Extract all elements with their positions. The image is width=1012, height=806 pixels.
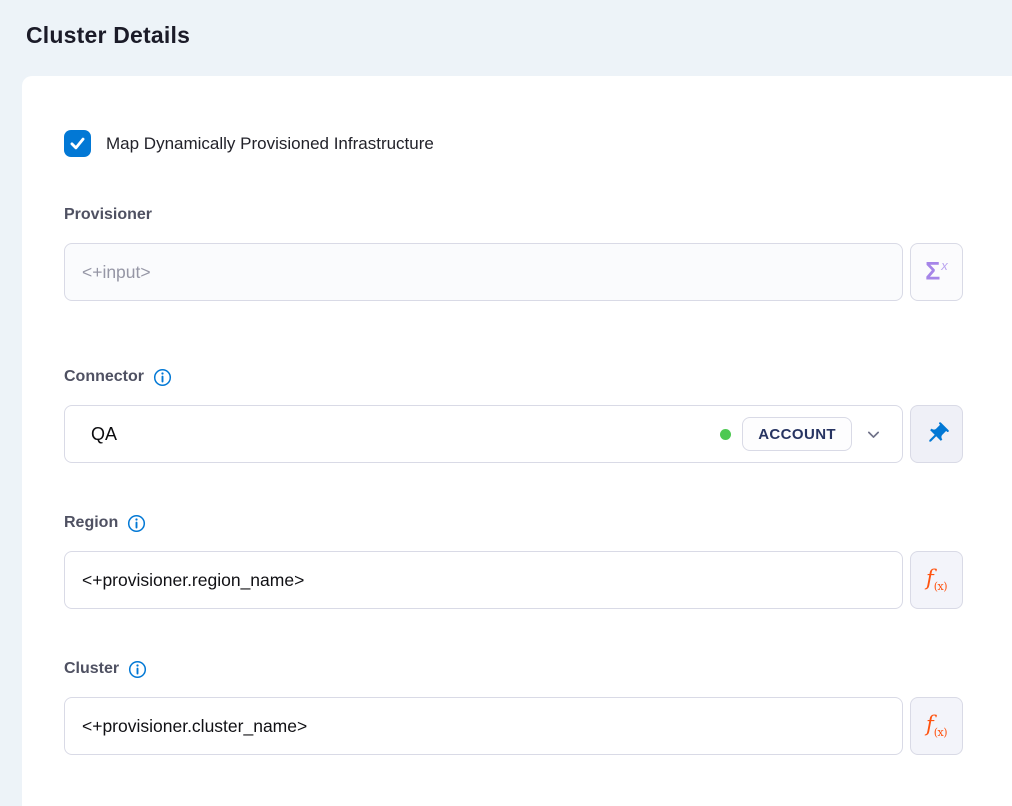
checkmark-icon — [68, 134, 87, 153]
cluster-label: Cluster — [64, 659, 119, 679]
info-icon[interactable] — [127, 514, 146, 533]
provisioner-label: Provisioner — [64, 205, 152, 225]
connector-status-dot — [720, 429, 731, 440]
connector-input[interactable]: QA ACCOUNT — [64, 405, 903, 463]
cluster-input[interactable]: <+provisioner.cluster_name> — [64, 697, 903, 755]
cluster-details-card: Map Dynamically Provisioned Infrastructu… — [22, 76, 1012, 806]
pin-connector-button[interactable] — [910, 405, 963, 463]
region-label: Region — [64, 513, 118, 533]
cluster-field: Cluster <+provisioner.cluster_name> f(x) — [64, 659, 963, 755]
region-expression-button[interactable]: f(x) — [910, 551, 963, 609]
region-field: Region <+provisioner.region_name> f(x) — [64, 513, 963, 609]
cluster-expression-button[interactable]: f(x) — [910, 697, 963, 755]
input-type-expression-button[interactable]: Σx — [910, 243, 963, 301]
region-input[interactable]: <+provisioner.region_name> — [64, 551, 903, 609]
info-icon[interactable] — [153, 368, 172, 387]
provisioner-field: Provisioner <+input> Σx — [64, 205, 963, 301]
connector-value: QA — [82, 424, 117, 445]
infra-checkbox[interactable] — [64, 130, 91, 157]
pushpin-icon — [924, 421, 950, 447]
connector-label: Connector — [64, 367, 144, 387]
fx-icon: f(x) — [926, 568, 947, 592]
fx-icon: f(x) — [926, 714, 947, 738]
page-title: Cluster Details — [26, 22, 190, 49]
info-icon[interactable] — [128, 660, 147, 679]
connector-scope-badge: ACCOUNT — [742, 417, 852, 451]
connector-field: Connector QA ACCOUNT — [64, 367, 963, 463]
infra-checkbox-label[interactable]: Map Dynamically Provisioned Infrastructu… — [106, 134, 434, 154]
sigma-expression-icon: Σx — [925, 259, 948, 284]
chevron-down-icon[interactable] — [865, 426, 882, 443]
cluster-details-form: Map Dynamically Provisioned Infrastructu… — [64, 130, 963, 755]
infra-checkbox-row[interactable]: Map Dynamically Provisioned Infrastructu… — [64, 130, 963, 157]
provisioner-input: <+input> — [64, 243, 903, 301]
